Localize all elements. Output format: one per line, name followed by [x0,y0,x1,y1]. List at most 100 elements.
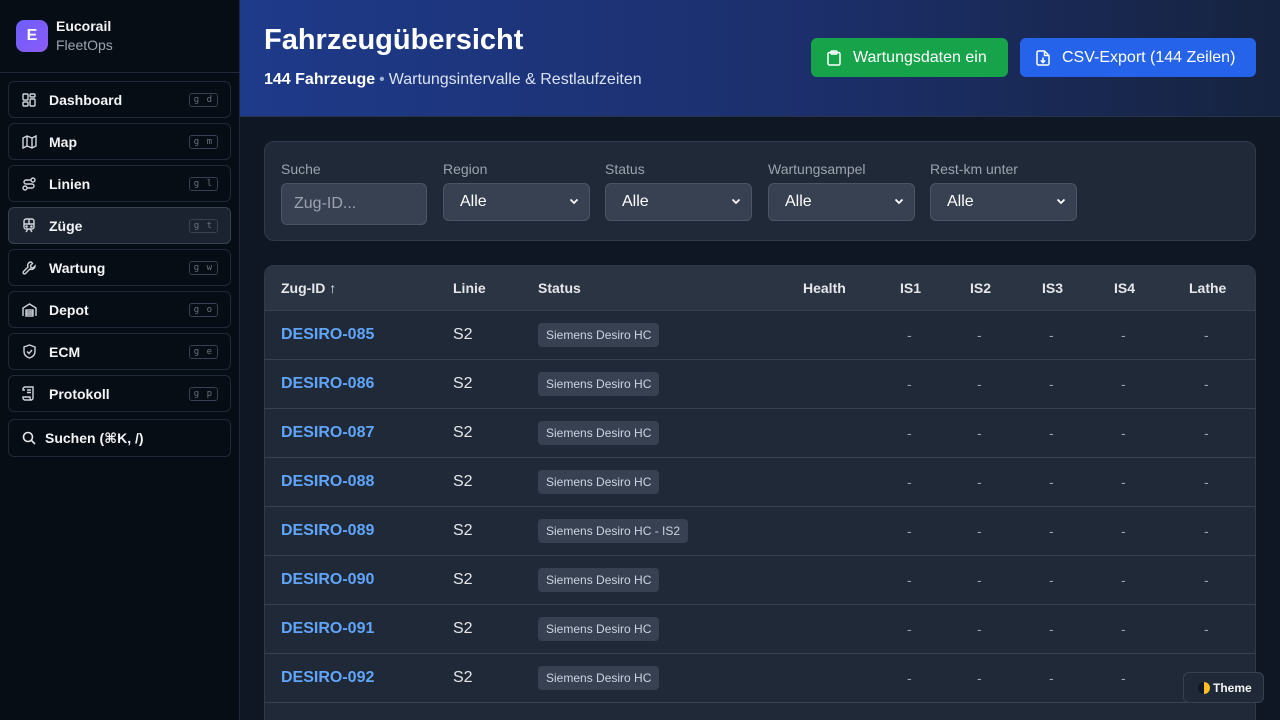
train-id-link[interactable]: DESIRO-086 [281,375,374,393]
sidebar: E Eucorail FleetOps Dashboard g d Map g … [0,0,240,720]
table-row[interactable]: DESIRO-087 S2 Siemens Desiro HC - - - - … [265,409,1255,458]
is1-cell: - [907,474,912,490]
subtitle-text: Wartungsintervalle & Restlaufzeiten [388,71,642,88]
maintenance-light-label: Wartungsampel [768,161,866,177]
sidebar-item-depot[interactable]: Depot g o [8,291,231,328]
is2-cell: - [977,474,982,490]
sidebar-item-protokoll[interactable]: Protokoll g p [8,375,231,412]
status-badge: Siemens Desiro HC - IS2 [538,519,689,543]
shortcut-hint: g d [188,92,218,107]
column-header-is3[interactable]: IS3 [1042,280,1063,296]
is4-cell: - [1121,474,1126,490]
scroll-icon [21,386,37,402]
table-row[interactable]: DESIRO-085 S2 Siemens Desiro HC - - - - … [265,311,1255,360]
train-id-link[interactable]: DESIRO-088 [281,473,374,491]
train-id-link[interactable]: DESIRO-087 [281,424,374,442]
theme-toggle-button[interactable]: Theme [1183,672,1264,703]
maintenance-light-select[interactable]: Alle [768,183,915,221]
table-row[interactable]: DESIRO-090 S2 Siemens Desiro HC - - - - … [265,556,1255,605]
column-header-status[interactable]: Status [538,280,581,296]
line-cell: S2 [453,620,473,637]
maintenance-data-button[interactable]: Wartungsdaten ein [811,38,1008,77]
brand-name: Eucorail [56,18,112,34]
is1-cell: - [907,523,912,539]
status-badge: Siemens Desiro HC [538,568,660,592]
shortcut-hint: g p [188,386,218,401]
is1-cell: - [907,572,912,588]
train-id-link[interactable]: DESIRO-092 [281,669,374,687]
csv-export-button[interactable]: CSV-Export (144 Zeilen) [1020,38,1256,77]
table-row[interactable]: DESIRO-088 S2 Siemens Desiro HC - - - - … [265,458,1255,507]
is4-cell: - [1121,621,1126,637]
is3-cell: - [1049,572,1054,588]
global-search-button[interactable]: Suchen (⌘K, /) [8,419,231,457]
main-content: Fahrzeugübersicht 144 Fahrzeuge • Wartungs… [240,0,1280,720]
chevron-down-icon [731,193,741,211]
page-subtitle: 144 Fahrzeuge • Wartungsintervalle & Restl… [264,71,642,89]
search-filter-label: Suche [281,161,321,177]
train-id-search-input[interactable]: Zug-ID... [281,183,427,225]
file-download-icon [1036,49,1052,66]
sidebar-nav: Dashboard g d Map g m Linien g l Züge g … [0,73,239,412]
is2-cell: - [977,670,982,686]
column-header-health[interactable]: Health [803,280,846,296]
region-select[interactable]: Alle [443,183,590,221]
line-cell: S2 [453,326,473,343]
is1-cell: - [907,621,912,637]
train-id-link[interactable]: DESIRO-089 [281,522,374,540]
line-cell: S2 [453,473,473,490]
table-row[interactable]: DESIRO-089 S2 Siemens Desiro HC - IS2 - … [265,507,1255,556]
sidebar-item-label: ECM [49,343,81,360]
search-label: Suchen (⌘K, /) [45,429,144,446]
vehicle-table: Zug-ID ↑ Linie Status Health IS1 IS2 IS3… [264,265,1256,720]
train-id-link[interactable]: DESIRO-090 [281,571,374,589]
status-select[interactable]: Alle [605,183,752,221]
column-header-is4[interactable]: IS4 [1114,280,1135,296]
status-badge: Siemens Desiro HC [538,666,660,690]
is1-cell: - [907,327,912,343]
is3-cell: - [1049,621,1054,637]
train-id-link[interactable]: DESIRO-085 [281,326,374,344]
is1-cell: - [907,376,912,392]
table-row[interactable]: DESIRO-091 S2 Siemens Desiro HC - - - - … [265,605,1255,654]
column-header-lathe[interactable]: Lathe [1189,280,1226,296]
brand[interactable]: E Eucorail FleetOps [0,0,239,73]
is3-cell: - [1049,425,1054,441]
lathe-cell: - [1204,621,1209,637]
lathe-cell: - [1204,425,1209,441]
region-select-value: Alle [460,193,487,210]
map-icon [21,134,37,150]
sidebar-item-label: Wartung [49,259,106,276]
csv-export-label: CSV-Export (144 Zeilen) [1062,48,1236,66]
shortcut-hint: g m [188,134,218,149]
rest-km-select[interactable]: Alle [930,183,1077,221]
chevron-down-icon [1056,193,1066,211]
lathe-cell: - [1204,572,1209,588]
sidebar-item-linien[interactable]: Linien g l [8,165,231,202]
column-header-linie[interactable]: Linie [453,280,486,296]
theme-icon [1198,681,1210,694]
sidebar-item-dashboard[interactable]: Dashboard g d [8,81,231,118]
is4-cell: - [1121,670,1126,686]
column-header-zug-id[interactable]: Zug-ID ↑ [281,280,336,296]
lathe-cell: - [1204,327,1209,343]
table-row[interactable] [265,703,1255,720]
brand-subtitle: FleetOps [56,37,113,53]
column-header-is1[interactable]: IS1 [900,280,921,296]
column-header-is2[interactable]: IS2 [970,280,991,296]
line-cell: S2 [453,571,473,588]
maintenance-data-label: Wartungsdaten ein [853,48,987,66]
sidebar-item-map[interactable]: Map g m [8,123,231,160]
is4-cell: - [1121,376,1126,392]
sidebar-item-wartung[interactable]: Wartung g w [8,249,231,286]
wrench-icon [21,260,37,276]
table-row[interactable]: DESIRO-092 S2 Siemens Desiro HC - - - - … [265,654,1255,703]
maintenance-light-filter: Wartungsampel Alle [768,161,915,221]
sidebar-item-ecm[interactable]: ECM g e [8,333,231,370]
train-id-link[interactable]: DESIRO-091 [281,620,374,638]
sidebar-item-label: Dashboard [49,91,123,108]
lathe-cell: - [1204,474,1209,490]
region-filter-label: Region [443,161,488,177]
table-row[interactable]: DESIRO-086 S2 Siemens Desiro HC - - - - … [265,360,1255,409]
sidebar-item-zuege[interactable]: Züge g t [8,207,231,244]
